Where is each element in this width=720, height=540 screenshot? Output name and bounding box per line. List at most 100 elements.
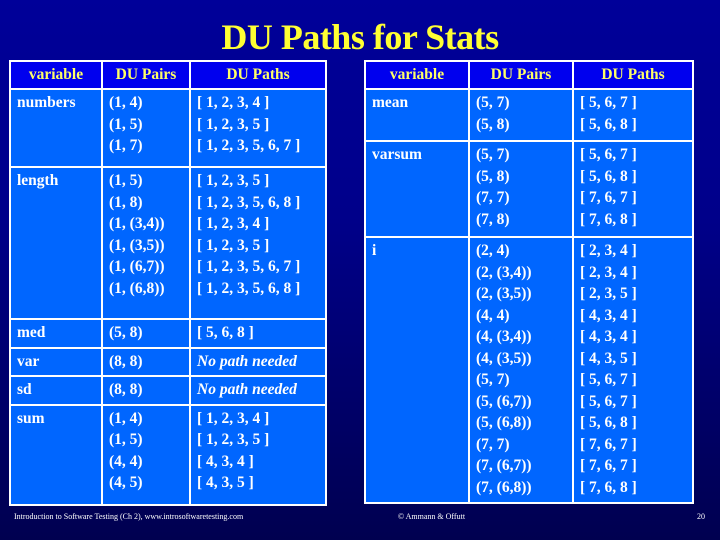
variable-cell: numbers [9, 88, 103, 168]
du-pair: (2, (3,4)) [476, 263, 532, 281]
table-body: numbers (1, 4) (1, 5) (1, 7)[ 1, 2, 3, 4 ][… [9, 88, 327, 506]
du-paths-cell: [ 5, 6, 7 ] [ 5, 6, 8 ] [ 7, 6, 7 ] [ 7, 6,… [572, 140, 694, 238]
variable-cell: i [364, 236, 470, 504]
du-path: [ 5, 6, 8 ] [580, 414, 637, 431]
du-pair: (1, (3,4)) [109, 215, 165, 232]
header-variable: variable [9, 60, 103, 90]
du-path: [ 1, 2, 3, 4 ] [197, 94, 270, 111]
du-path: [ 2, 3, 4 ] [580, 242, 637, 259]
du-path: [ 1, 2, 3, 5 ] [197, 236, 270, 254]
du-pair: (1, 5) [109, 115, 143, 133]
du-pairs-cell: (8, 8) [101, 346, 191, 377]
du-pair: (4, (3,4)) [476, 328, 532, 345]
du-path: [ 1, 2, 3, 5 ] [197, 172, 270, 189]
du-path: [ 2, 3, 4 ] [580, 263, 637, 281]
page-number: 20 [697, 512, 705, 521]
table-row: sd (8, 8) No path needed [9, 375, 327, 406]
du-pair: (5, 8) [109, 324, 143, 341]
du-pairs-cell: (1, 4) (1, 5) (4, 4) (4, 5) [101, 403, 191, 506]
du-path: [ 1, 2, 3, 4 ] [197, 215, 270, 232]
variable-cell: sum [9, 403, 103, 506]
du-pairs-cell: (5, 7) (5, 8) [468, 88, 574, 142]
du-path: [ 5, 6, 8 ] [197, 324, 254, 341]
du-pair: (1, (6,7)) [109, 258, 165, 275]
du-path: [ 7, 6, 7 ] [580, 457, 637, 474]
du-path: [ 7, 6, 7 ] [580, 189, 637, 206]
variable-cell: length [9, 166, 103, 320]
du-pair: (1, (6,8)) [109, 279, 165, 297]
du-path: [ 5, 6, 7 ] [580, 392, 637, 410]
du-pairs-cell: (5, 7) (5, 8) (7, 7) (7, 8) [468, 140, 574, 238]
du-path: [ 4, 3, 4 ] [580, 328, 637, 345]
table-row: var (8, 8) No path needed [9, 346, 327, 377]
du-pair: (1, 8) [109, 193, 143, 211]
du-paths-cell: [ 2, 3, 4 ] [ 2, 3, 4 ] [ 2, 3, 5 ] [ 4, 3,… [572, 236, 694, 504]
header-du-pairs: DU Pairs [101, 60, 191, 90]
du-pair: (1, 4) [109, 409, 143, 427]
du-pair: (7, 8) [476, 210, 510, 228]
du-pair: (5, 8) [476, 167, 510, 185]
du-pairs-cell: (8, 8) [101, 375, 191, 406]
du-paths-cell: No path needed [189, 375, 327, 406]
du-path: [ 7, 6, 8 ] [580, 210, 637, 228]
du-path: [ 4, 3, 4 ] [580, 306, 637, 324]
table-header-row: variable DU Pairs DU Paths [9, 60, 327, 90]
du-path: [ 1, 2, 3, 4 ] [197, 409, 270, 427]
du-pair: (5, 7) [476, 371, 510, 388]
table-row: i (2, 4) (2, (3,4)) (2, (3,5)) (4, 4) (4, (3,… [364, 236, 694, 504]
header-du-paths: DU Paths [189, 60, 327, 90]
du-pair: (4, 4) [476, 306, 510, 324]
du-path: [ 5, 6, 7 ] [580, 146, 637, 163]
du-pair: (7, 7) [476, 189, 510, 206]
table-row: length (1, 5) (1, 8) (1, (3,4)) (1, (3,5)) (1… [9, 166, 327, 320]
du-path: [ 7, 6, 8 ] [580, 478, 637, 496]
du-paths-cell: [ 1, 2, 3, 5 ] [ 1, 2, 3, 5, 6, 8 ] [ 1, 2… [189, 166, 327, 320]
table-body: mean (5, 7) (5, 8)[ 5, 6, 7 ][ 5, 6, 8 ] va… [364, 88, 694, 504]
du-pair: (5, (6,7)) [476, 392, 532, 410]
variable-cell: varsum [364, 140, 470, 238]
du-table-right: variable DU Pairs DU Paths mean (5, 7) (5,… [364, 60, 694, 504]
du-path: [ 1, 2, 3, 5, 6, 7 ] [197, 258, 301, 275]
du-pairs-cell: (5, 8) [101, 318, 191, 349]
du-table-left: variable DU Pairs DU Paths numbers (1, 4)… [9, 60, 327, 506]
du-path: [ 4, 3, 5 ] [580, 349, 637, 367]
du-pair: (4, (3,5)) [476, 349, 532, 367]
variable-cell: mean [364, 88, 470, 142]
du-paths-cell: [ 5, 6, 7 ] [ 5, 6, 8 ] [572, 88, 694, 142]
du-path: [ 7, 6, 7 ] [580, 435, 637, 453]
du-path: [ 1, 2, 3, 5 ] [197, 115, 270, 133]
table-row: med (5, 8) [ 5, 6, 8 ] [9, 318, 327, 349]
du-pair: (1, 7) [109, 137, 143, 154]
du-path: [ 4, 3, 5 ] [197, 474, 254, 491]
variable-cell: var [9, 346, 103, 377]
variable-cell: med [9, 318, 103, 349]
du-paths-cell: No path needed [189, 346, 327, 377]
variable-cell: sd [9, 375, 103, 406]
header-du-paths: DU Paths [572, 60, 694, 90]
table-row: mean (5, 7) (5, 8) [ 5, 6, 7 ] [ 5, 6, 8 ] [364, 88, 694, 142]
du-pair: (5, (6,8)) [476, 414, 532, 431]
header-du-pairs: DU Pairs [468, 60, 574, 90]
du-path: [ 5, 6, 7 ] [580, 94, 637, 111]
no-path-needed: No path needed [197, 381, 297, 398]
du-pair: (4, 4) [109, 452, 143, 470]
du-paths-cell: [ 1, 2, 3, 4 ] [ 1, 2, 3, 5 ] [ 1, 2, 3, 5… [189, 88, 327, 168]
du-pairs-cell: (1, 4) (1, 5) (1, 7) [101, 88, 191, 168]
footer-copyright: © Ammann & Offutt [398, 512, 466, 521]
du-paths-cell: [ 5, 6, 8 ] [189, 318, 327, 349]
table-row: sum (1, 4) (1, 5) (4, 4) (4, 5) [ 1, 2, 3, 4 … [9, 403, 327, 506]
du-path: [ 1, 2, 3, 5 ] [197, 431, 270, 448]
du-pair: (1, 4) [109, 94, 143, 111]
du-path: [ 5, 6, 8 ] [580, 167, 637, 185]
du-pair: (1, 5) [109, 431, 143, 448]
du-pair: (5, 7) [476, 94, 510, 111]
du-path: [ 2, 3, 5 ] [580, 285, 637, 302]
du-pair: (7, 7) [476, 435, 510, 453]
du-pair: (2, (3,5)) [476, 285, 532, 302]
table-row: varsum (5, 7) (5, 8) (7, 7) (7, 8) [ 5, 6, 7 … [364, 140, 694, 238]
du-path: [ 1, 2, 3, 5, 6, 8 ] [197, 193, 301, 211]
du-pair: (5, 8) [476, 115, 510, 133]
du-path: [ 4, 3, 4 ] [197, 452, 254, 470]
du-pair: (5, 7) [476, 146, 510, 163]
du-path: [ 5, 6, 8 ] [580, 115, 637, 133]
